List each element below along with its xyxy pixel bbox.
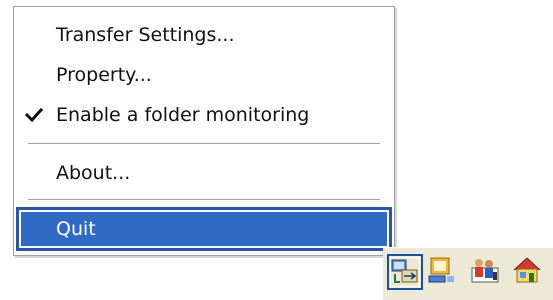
users-icon [471,259,499,283]
users-tray-icon[interactable] [469,254,505,290]
home-network-tray-icon[interactable] [511,254,547,290]
menu-item-quit[interactable]: Quit [16,207,392,251]
network-icon [428,257,454,283]
transfer-app-tray-icon[interactable] [387,254,423,290]
system-tray [383,247,553,300]
menu-item-label: Enable a folder monitoring [56,104,310,126]
menu-item-transfer-settings[interactable]: Transfer Settings... [14,15,394,55]
checkmark-icon [25,107,43,123]
home-network-icon [513,257,541,283]
context-menu: Transfer Settings... Property... Enable … [13,6,395,256]
menu-item-label: About... [56,162,131,184]
menu-separator [28,199,380,201]
menu-item-property[interactable]: Property... [14,55,394,95]
menu-item-label: Quit [56,218,96,240]
network-tray-icon[interactable] [426,254,462,290]
menu-item-label: Property... [56,64,152,86]
transfer-app-icon [391,259,418,283]
menu-item-about[interactable]: About... [14,153,394,193]
menu-item-enable-folder-monitoring[interactable]: Enable a folder monitoring [14,95,394,135]
menu-separator [28,143,380,145]
menu-item-label: Transfer Settings... [56,24,235,46]
